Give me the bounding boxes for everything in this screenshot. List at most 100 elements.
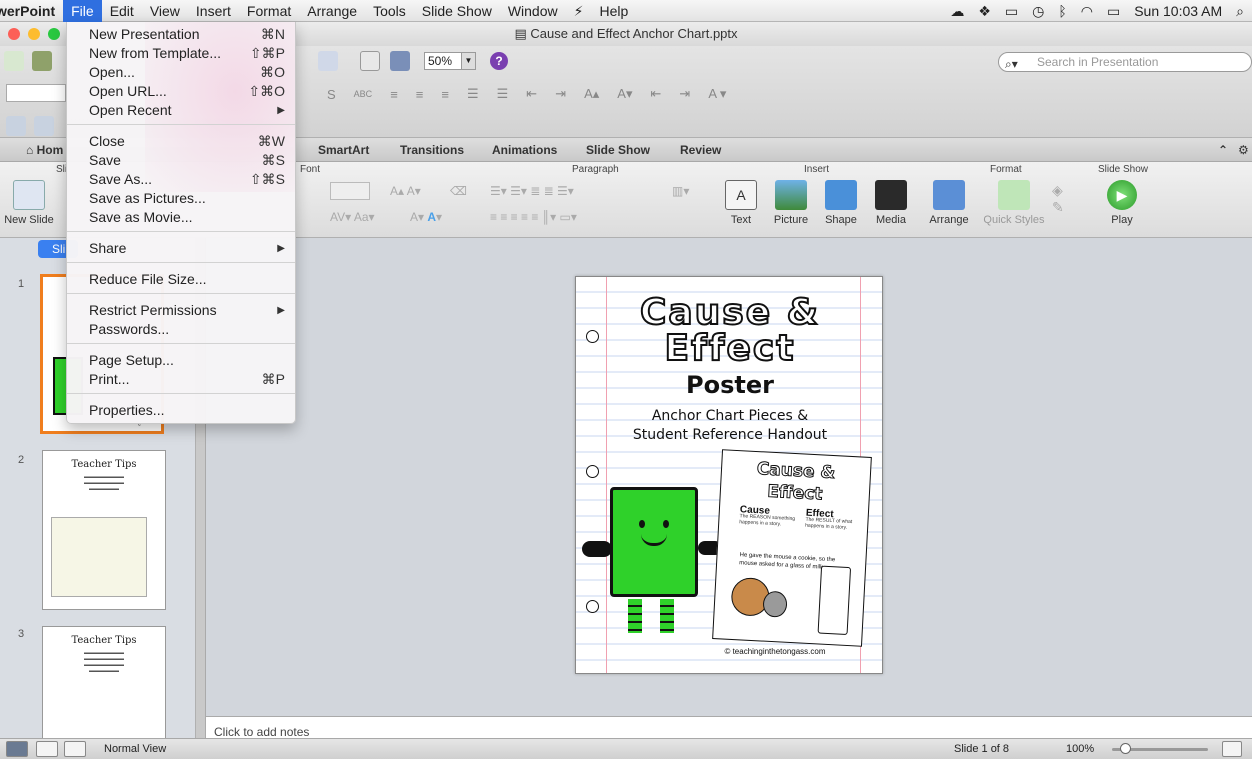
menu-item-open[interactable]: Open... ⌘O xyxy=(67,63,295,82)
handout-image[interactable]: Cause & Effect Cause The REASON something … xyxy=(712,449,872,647)
align-icon[interactable]: ≡ ≡ ≡ ≡ ≡ ║▾ ▭▾ xyxy=(490,210,577,224)
clock[interactable]: Sun 10:03 AM xyxy=(1134,3,1222,19)
airplay-icon[interactable]: ▭ xyxy=(1005,3,1018,20)
close-window-button[interactable] xyxy=(8,28,20,40)
zoom-window-button[interactable] xyxy=(48,28,60,40)
slide-subtitle[interactable]: Anchor Chart Pieces & Student Reference H… xyxy=(616,407,844,445)
menu-help[interactable]: Help xyxy=(591,0,636,22)
quick-styles-button[interactable]: Quick Styles xyxy=(980,180,1048,226)
clear-format-icon[interactable]: ⌫ xyxy=(450,184,467,198)
menu-slide-show[interactable]: Slide Show xyxy=(414,0,500,22)
numbering-icon[interactable]: ☰ xyxy=(497,86,509,102)
menu-item-open-recent[interactable]: Open Recent ▶ xyxy=(67,101,295,120)
menu-item-print[interactable]: Print... ⌘P xyxy=(67,370,295,389)
char-spacing-icon[interactable]: AV▾ Aa▾ xyxy=(330,210,375,224)
time-machine-icon[interactable]: ◷ xyxy=(1032,3,1044,20)
tab-review[interactable]: Review xyxy=(680,138,721,162)
slide-canvas[interactable]: Cause & Effect Poster Anchor Chart Pieces… xyxy=(575,276,883,674)
font-size-field[interactable] xyxy=(330,182,370,200)
script-menu-icon[interactable]: ⚡ xyxy=(566,0,592,22)
menu-item-passwords[interactable]: Passwords... xyxy=(67,320,295,339)
tab-home[interactable]: ⌂ Hom xyxy=(26,138,63,162)
wifi-icon[interactable]: ◠ xyxy=(1081,3,1093,20)
menu-item-save-as-pictures[interactable]: Save as Pictures... xyxy=(67,189,295,208)
menu-item-close[interactable]: Close ⌘W xyxy=(67,132,295,151)
tab-transitions[interactable]: Transitions xyxy=(400,138,464,162)
minimize-window-button[interactable] xyxy=(28,28,40,40)
menu-edit[interactable]: Edit xyxy=(102,0,142,22)
spotlight-icon[interactable]: ⌕ xyxy=(1236,3,1244,20)
increase-indent-icon[interactable]: ⇥ xyxy=(555,86,566,102)
menu-tools[interactable]: Tools xyxy=(365,0,414,22)
collapse-ribbon-icon[interactable]: ⌃ xyxy=(1218,138,1228,162)
menu-item-reduce-file-size[interactable]: Reduce File Size... xyxy=(67,270,295,289)
picture-button[interactable]: Picture xyxy=(764,180,818,226)
text-color-icon[interactable]: A ▾ xyxy=(708,86,726,102)
arrange-button[interactable]: Arrange xyxy=(922,180,976,226)
redo-icon[interactable] xyxy=(318,51,338,71)
new-slide-button[interactable]: New Slide xyxy=(2,180,56,226)
grow-font-icon[interactable]: A▴ xyxy=(584,86,599,102)
menu-item-new-presentation[interactable]: New Presentation ⌘N xyxy=(67,25,295,44)
slide-title[interactable]: Cause & Effect xyxy=(636,294,824,368)
shape-button[interactable]: Shape xyxy=(814,180,868,226)
slide-poster-label[interactable]: Poster xyxy=(636,371,824,399)
tab-slide-show[interactable]: Slide Show xyxy=(586,138,650,162)
menu-item-properties[interactable]: Properties... xyxy=(67,401,295,420)
demote-icon[interactable] xyxy=(6,116,26,136)
creative-cloud-icon[interactable]: ☁ xyxy=(950,3,964,20)
menu-item-save-as[interactable]: Save As... ⇧⌘S xyxy=(67,170,295,189)
menu-item-share[interactable]: Share ▶ xyxy=(67,239,295,258)
menu-view[interactable]: View xyxy=(142,0,188,22)
fill-line-icons[interactable]: ◈ ✎ xyxy=(1052,182,1082,230)
view-icon[interactable] xyxy=(360,51,380,71)
help-icon[interactable]: ? xyxy=(490,52,508,70)
menu-item-new-from-template[interactable]: New from Template... ⇧⌘P xyxy=(67,44,295,63)
align-left-icon[interactable]: ≡ xyxy=(390,87,398,102)
align-center-icon[interactable]: ≡ xyxy=(416,87,424,102)
menu-arrange[interactable]: Arrange xyxy=(299,0,365,22)
shrink-font-icon[interactable]: A▾ xyxy=(617,86,632,102)
notes-pane[interactable]: Click to add notes xyxy=(206,716,1252,739)
slide-thumbnail-3[interactable]: Teacher Tips ▬▬▬▬▬▬▬▬ ▬▬▬▬▬▬▬▬ ▬▬▬▬▬▬▬▬ ▬▬▬… xyxy=(42,626,166,738)
new-icon[interactable] xyxy=(4,51,24,71)
menu-format[interactable]: Format xyxy=(239,0,299,22)
chevron-down-icon[interactable]: ▼ xyxy=(461,53,475,69)
search-input[interactable]: ⌕▾ Search in Presentation xyxy=(998,52,1252,72)
promote-icon[interactable] xyxy=(34,116,54,136)
slide-sorter-icon[interactable] xyxy=(36,741,58,757)
book-character[interactable] xyxy=(610,487,698,597)
templates-icon[interactable] xyxy=(32,51,52,71)
decrease-indent-icon[interactable]: ⇤ xyxy=(526,86,537,102)
media-button[interactable]: Media xyxy=(864,180,918,226)
presenter-view-icon[interactable] xyxy=(64,741,86,757)
normal-view-icon[interactable] xyxy=(6,741,28,757)
zoom-slider-handle[interactable] xyxy=(1120,743,1131,754)
strikethrough-icon[interactable]: ABC xyxy=(354,89,373,99)
shadow-icon[interactable]: S xyxy=(327,87,336,102)
dropbox-icon[interactable]: ❖ xyxy=(978,3,991,20)
zoom-select[interactable]: 50% ▼ xyxy=(424,52,476,70)
menu-item-page-setup[interactable]: Page Setup... xyxy=(67,351,295,370)
align-right-icon[interactable]: ≡ xyxy=(441,87,449,102)
indent-icon[interactable]: ⇥ xyxy=(679,86,690,102)
tab-animations[interactable]: Animations xyxy=(492,138,557,162)
menu-item-restrict-permissions[interactable]: Restrict Permissions ▶ xyxy=(67,301,295,320)
play-button[interactable]: ▶ Play xyxy=(1095,180,1149,226)
grow-font-icon[interactable]: A▴ A▾ xyxy=(390,184,421,198)
fit-to-window-icon[interactable] xyxy=(1222,741,1242,757)
bluetooth-icon[interactable]: ᛒ xyxy=(1058,3,1066,19)
tab-smartart[interactable]: SmartArt xyxy=(318,138,369,162)
menu-file[interactable]: File xyxy=(63,0,102,22)
bullets-icon[interactable]: ☰▾ ☰▾ ≣ ≣ ☰▾ xyxy=(490,184,574,198)
menu-window[interactable]: Window xyxy=(500,0,566,22)
gear-icon[interactable]: ⚙ xyxy=(1238,138,1249,162)
outdent-icon[interactable]: ⇤ xyxy=(651,86,662,102)
app-menu[interactable]: werPoint xyxy=(0,3,63,19)
font-color-icon[interactable]: A▾ A▾ xyxy=(410,210,442,224)
menu-insert[interactable]: Insert xyxy=(188,0,239,22)
menu-item-save[interactable]: Save ⌘S xyxy=(67,151,295,170)
columns-icon[interactable]: ▥▾ xyxy=(672,184,689,198)
slide-thumbnail-2[interactable]: Teacher Tips ▬▬▬▬▬▬▬▬ ▬▬▬▬▬▬▬▬ ▬▬▬▬▬▬ xyxy=(42,450,166,610)
menu-item-open-url[interactable]: Open URL... ⇧⌘O xyxy=(67,82,295,101)
